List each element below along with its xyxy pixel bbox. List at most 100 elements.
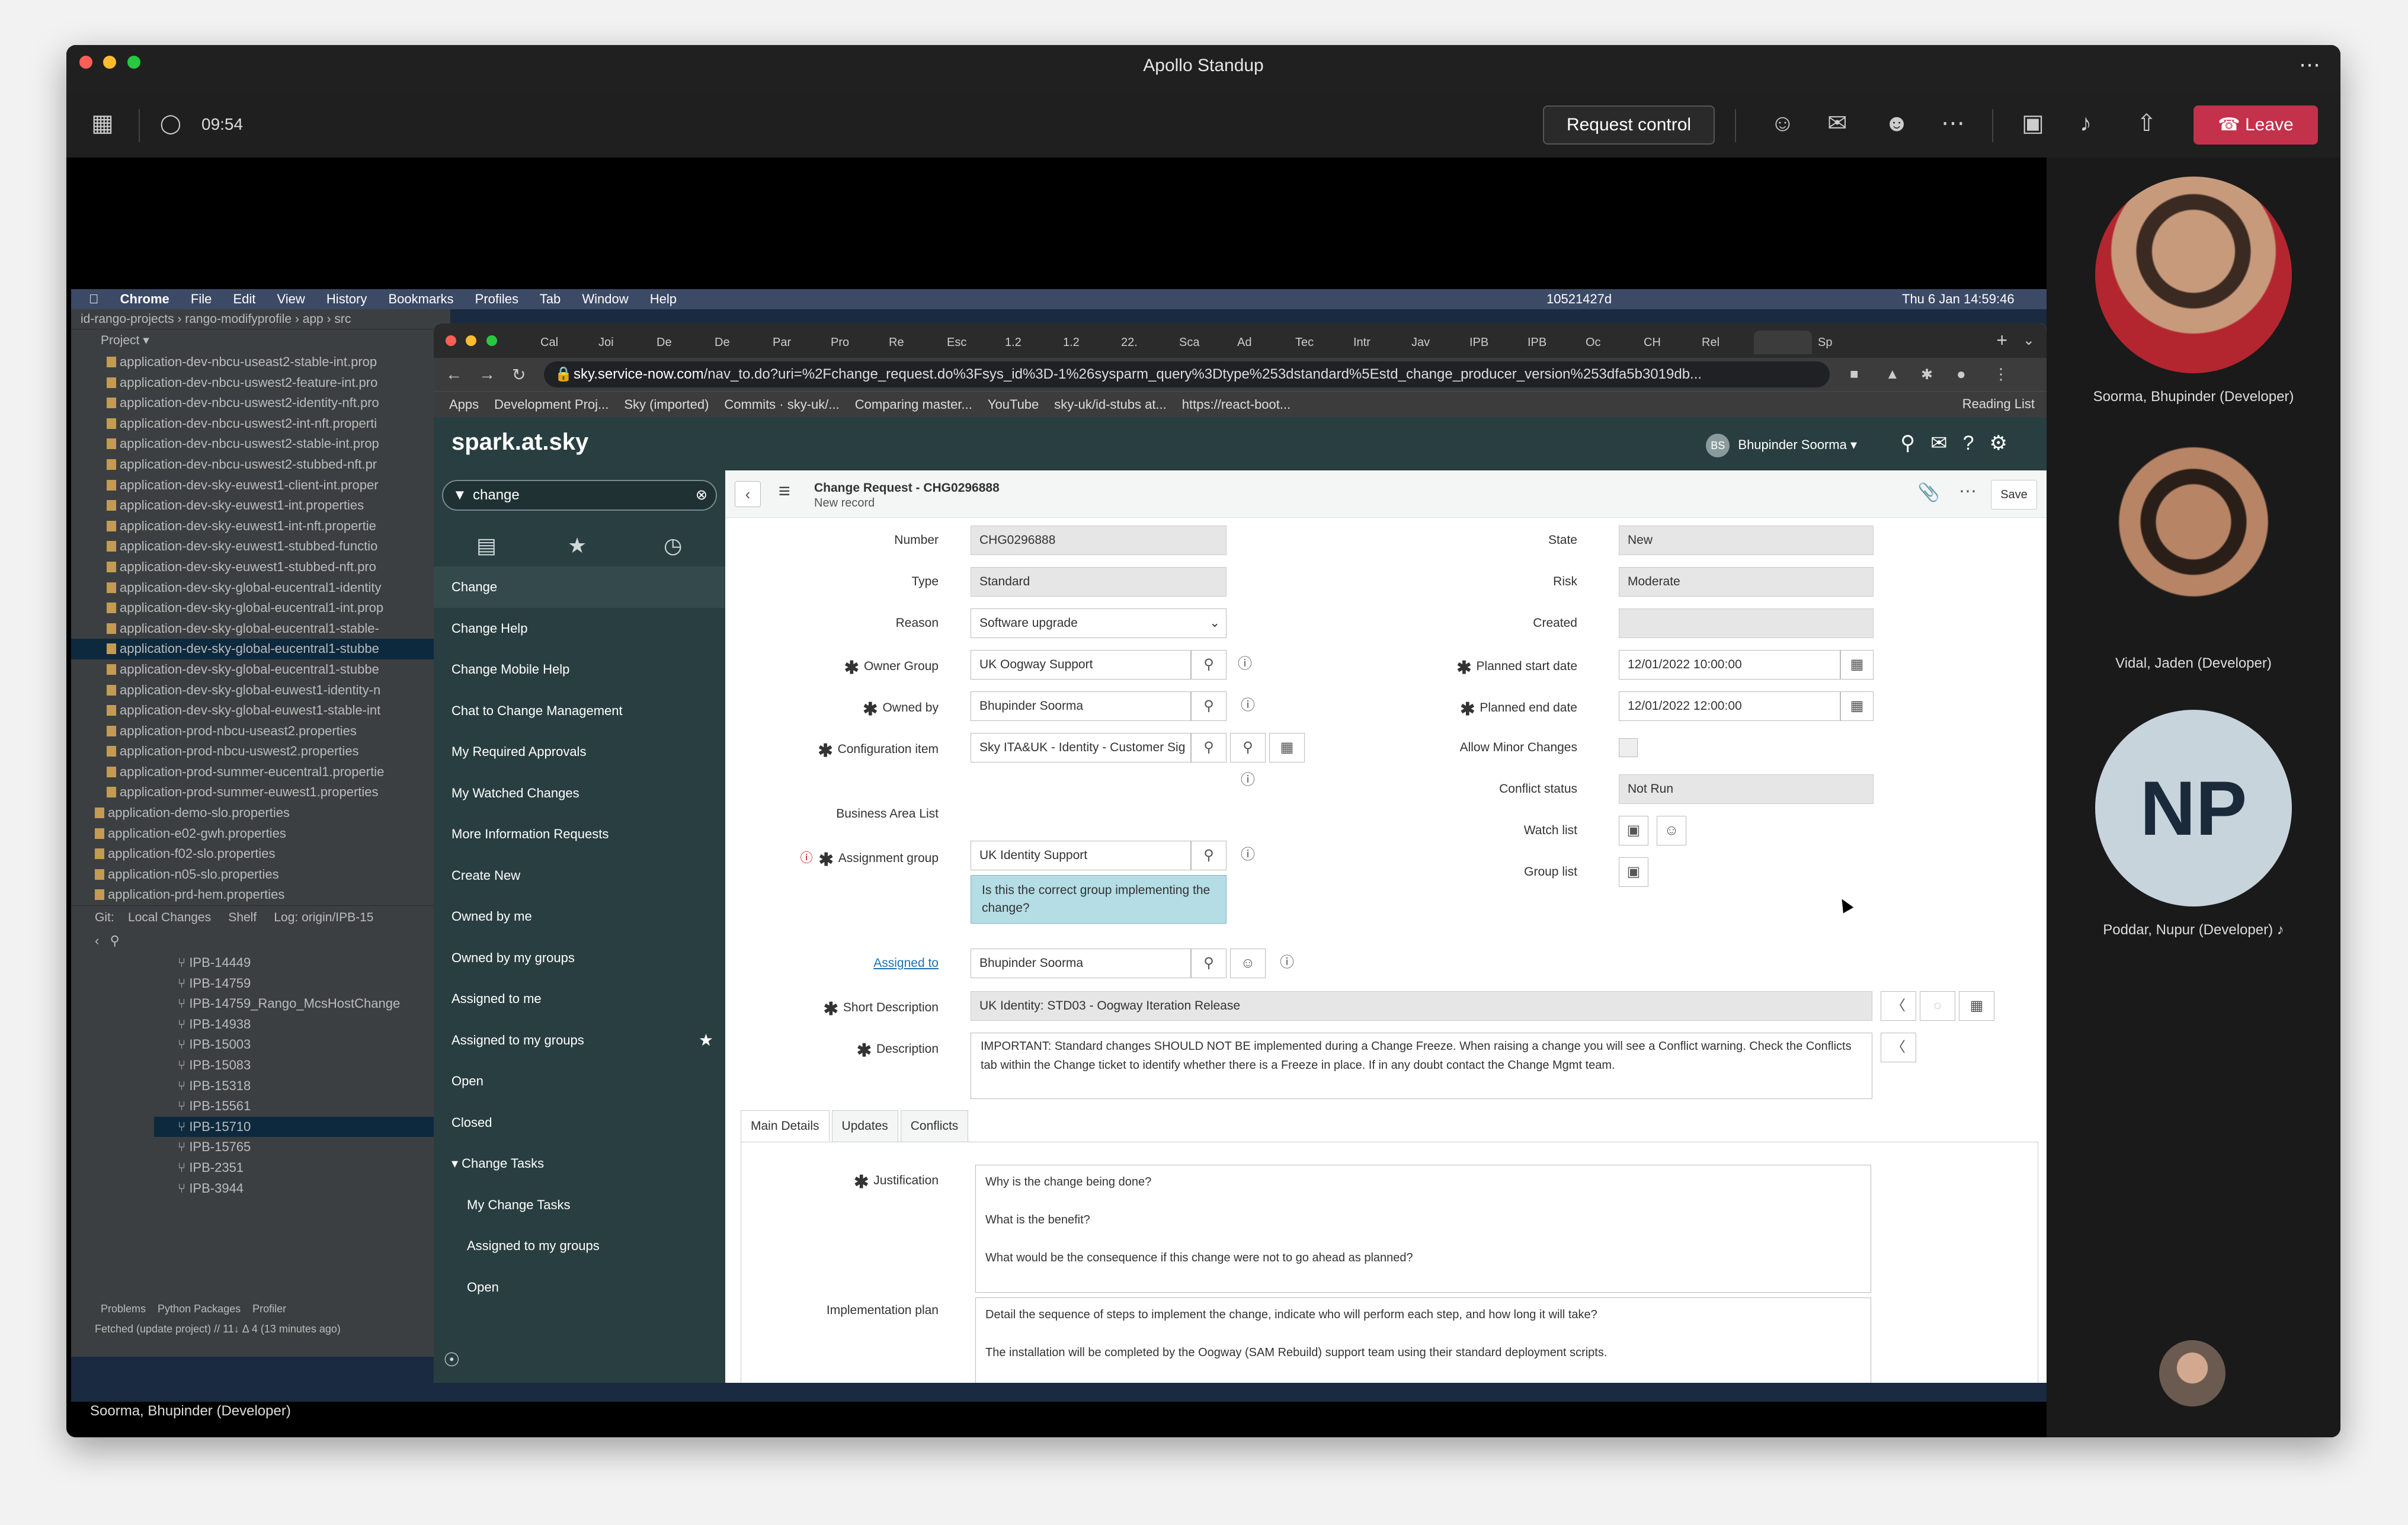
- file-tree-item[interactable]: application-f02-slo.properties: [71, 844, 450, 864]
- file-tree-item[interactable]: application-dev-sky-global-eucentral1-st…: [71, 639, 450, 659]
- reason-select[interactable]: Software upgrade ⌄: [971, 608, 1227, 638]
- extension-icon[interactable]: ▲: [1885, 366, 1900, 383]
- apple-icon[interactable]: : [89, 291, 99, 306]
- breadcrumb-item[interactable]: app: [303, 312, 324, 326]
- file-tree-item[interactable]: application-dev-nbcu-uswest2-stubbed-nft…: [71, 454, 450, 475]
- branch-item[interactable]: ⑂ IPB-14759_Rango_McsHostChange: [154, 994, 450, 1014]
- clear-icon[interactable]: ⊗: [696, 481, 707, 510]
- tab-profiler[interactable]: Profiler: [252, 1303, 286, 1315]
- browser-tab[interactable]: Par: [767, 331, 825, 354]
- browser-tab[interactable]: Sca: [1173, 331, 1231, 354]
- participant-tile[interactable]: Soorma, Bhupinder (Developer): [2047, 177, 2340, 405]
- info-icon[interactable]: ⓘ: [1230, 766, 1266, 796]
- implementation-plan-textarea[interactable]: Detail the sequence of steps to implemen…: [975, 1297, 1871, 1383]
- reading-list[interactable]: Reading List: [1962, 391, 2035, 417]
- search-icon[interactable]: ⚲: [1191, 841, 1227, 870]
- camera-off-icon[interactable]: ▣: [2022, 111, 2044, 135]
- translate-icon[interactable]: 〈: [1881, 991, 1916, 1021]
- navigator-item[interactable]: Assigned to my groups: [434, 1225, 725, 1267]
- breadcrumb-item[interactable]: src: [334, 312, 351, 326]
- extension-icon[interactable]: ■: [1850, 366, 1859, 383]
- git-search[interactable]: ‹ ⚲: [71, 929, 450, 953]
- file-tree-item[interactable]: application-n05-slo.properties: [71, 864, 450, 885]
- branch-item[interactable]: ⑂ IPB-15003: [154, 1034, 450, 1055]
- file-tree-item[interactable]: application-dev-sky-global-eucentral1-id…: [71, 578, 450, 598]
- menu-bookmarks[interactable]: Bookmarks: [389, 291, 454, 306]
- tab-updates[interactable]: Updates: [831, 1110, 898, 1142]
- more-options-icon[interactable]: ⋯: [1959, 481, 1977, 502]
- branch-item[interactable]: ⑂ IPB-14759: [154, 973, 450, 994]
- search-icon[interactable]: ⚲: [1191, 949, 1227, 978]
- browser-tab[interactable]: Re: [883, 331, 941, 354]
- info-icon[interactable]: ⓘ: [1230, 691, 1266, 721]
- navigator-item[interactable]: Owned by my groups: [434, 937, 725, 979]
- file-tree-item[interactable]: application-dev-sky-euwest1-stubbed-nft.…: [71, 557, 450, 578]
- participant-tile[interactable]: Vidal, Jaden (Developer): [2047, 443, 2340, 672]
- project-panel-header[interactable]: Project ▾: [71, 329, 450, 352]
- branch-item[interactable]: ⑂ IPB-3944: [154, 1178, 450, 1199]
- browser-tab[interactable]: 1.2: [1057, 331, 1115, 354]
- servicenow-logo[interactable]: spark.at.sky: [451, 429, 588, 456]
- file-tree-item[interactable]: application-dev-sky-euwest1-int-nft.prop…: [71, 516, 450, 537]
- navigator-item[interactable]: Chat to Change Management: [434, 690, 725, 732]
- calculator-icon[interactable]: ▦: [1269, 733, 1305, 762]
- browser-tab[interactable]: Tec: [1289, 331, 1347, 354]
- browser-tab[interactable]: CH: [1638, 331, 1696, 354]
- navigator-item[interactable]: Open: [434, 1061, 725, 1102]
- maximize-window-button[interactable]: [486, 335, 497, 346]
- browser-tab[interactable]: Rel: [1696, 331, 1754, 354]
- navigator-item[interactable]: Assigned to me: [434, 978, 725, 1020]
- reload-icon[interactable]: ↻: [512, 365, 526, 385]
- navigator-item[interactable]: Closed: [434, 1102, 725, 1143]
- calendar-icon[interactable]: ▦: [1959, 991, 1994, 1021]
- branch-item[interactable]: ⑂ IPB-15710: [154, 1116, 450, 1138]
- menu-chrome[interactable]: Chrome: [120, 291, 169, 306]
- self-view-avatar[interactable]: [2159, 1340, 2226, 1407]
- history-icon[interactable]: ◷: [664, 533, 682, 558]
- tab-python-packages[interactable]: Python Packages: [158, 1303, 241, 1315]
- breadcrumb-item[interactable]: rango-modifyprofile: [185, 312, 292, 326]
- assigned-to-field[interactable]: Bhupinder Soorma: [971, 949, 1191, 978]
- browser-tab[interactable]: Sp: [1812, 331, 1870, 354]
- back-button[interactable]: ‹: [735, 481, 761, 507]
- browser-tab[interactable]: 22.: [1115, 331, 1173, 354]
- hamburger-icon[interactable]: ≡: [779, 480, 790, 503]
- navigator-item[interactable]: Assigned to my groups ★: [434, 1020, 725, 1061]
- navigator-item[interactable]: ▾ Change Tasks: [434, 1143, 725, 1184]
- share-icon[interactable]: ⇧: [2137, 111, 2157, 135]
- menu-view[interactable]: View: [277, 291, 305, 306]
- info-icon[interactable]: ⓘ: [1269, 949, 1305, 978]
- owned-by-field[interactable]: Bhupinder Soorma: [971, 691, 1191, 721]
- browser-tab[interactable]: Esc: [941, 331, 999, 354]
- justification-textarea[interactable]: Why is the change being done? What is th…: [975, 1165, 1871, 1293]
- bookmark-item[interactable]: YouTube: [988, 397, 1039, 412]
- planned-end-field[interactable]: 12/01/2022 12:00:00: [1619, 691, 1840, 721]
- leave-button[interactable]: ☎ Leave: [2194, 105, 2318, 145]
- branch-item[interactable]: ⑂ IPB-14449: [154, 953, 450, 973]
- file-tree-item[interactable]: application-dev-sky-euwest1-stubbed-func…: [71, 536, 450, 557]
- search-icon[interactable]: ⚲: [1191, 691, 1227, 721]
- chat-icon[interactable]: ✉: [1930, 432, 1963, 454]
- owner-group-field[interactable]: UK Oogway Support: [971, 650, 1191, 680]
- people-icon[interactable]: ☺: [1770, 111, 1795, 135]
- request-control-button[interactable]: Request control: [1543, 105, 1715, 145]
- tab-log[interactable]: Log: origin/IPB-15: [274, 911, 373, 924]
- file-tree-item[interactable]: application-dev-nbcu-uswest2-int-nft.pro…: [71, 414, 450, 434]
- branch-item[interactable]: ⑂ IPB-14938: [154, 1014, 450, 1035]
- chevron-down-icon[interactable]: ⌄: [2023, 332, 2035, 349]
- menu-tab[interactable]: Tab: [540, 291, 561, 306]
- info-icon[interactable]: ⓘ: [1230, 841, 1266, 870]
- breadcrumb-item[interactable]: id-rango-projects: [81, 312, 174, 326]
- browser-tab[interactable]: De: [709, 331, 767, 354]
- config-item-field[interactable]: Sky ITA&UK - Identity - Customer Sig: [971, 733, 1191, 762]
- puzzle-icon[interactable]: ✱: [1921, 366, 1933, 383]
- collapse-icon[interactable]: ☉: [443, 1348, 460, 1371]
- dependency-icon[interactable]: ⚲: [1230, 733, 1266, 762]
- browser-tab[interactable]: Intr: [1347, 331, 1405, 354]
- browser-tab[interactable]: Oc: [1580, 331, 1638, 354]
- browser-tab[interactable]: Ad: [1231, 331, 1289, 354]
- close-window-button[interactable]: [446, 335, 456, 346]
- branch-item[interactable]: ⑂ IPB-15318: [154, 1076, 450, 1097]
- navigator-item[interactable]: Owned by me: [434, 896, 725, 937]
- allow-minor-checkbox[interactable]: [1619, 738, 1638, 757]
